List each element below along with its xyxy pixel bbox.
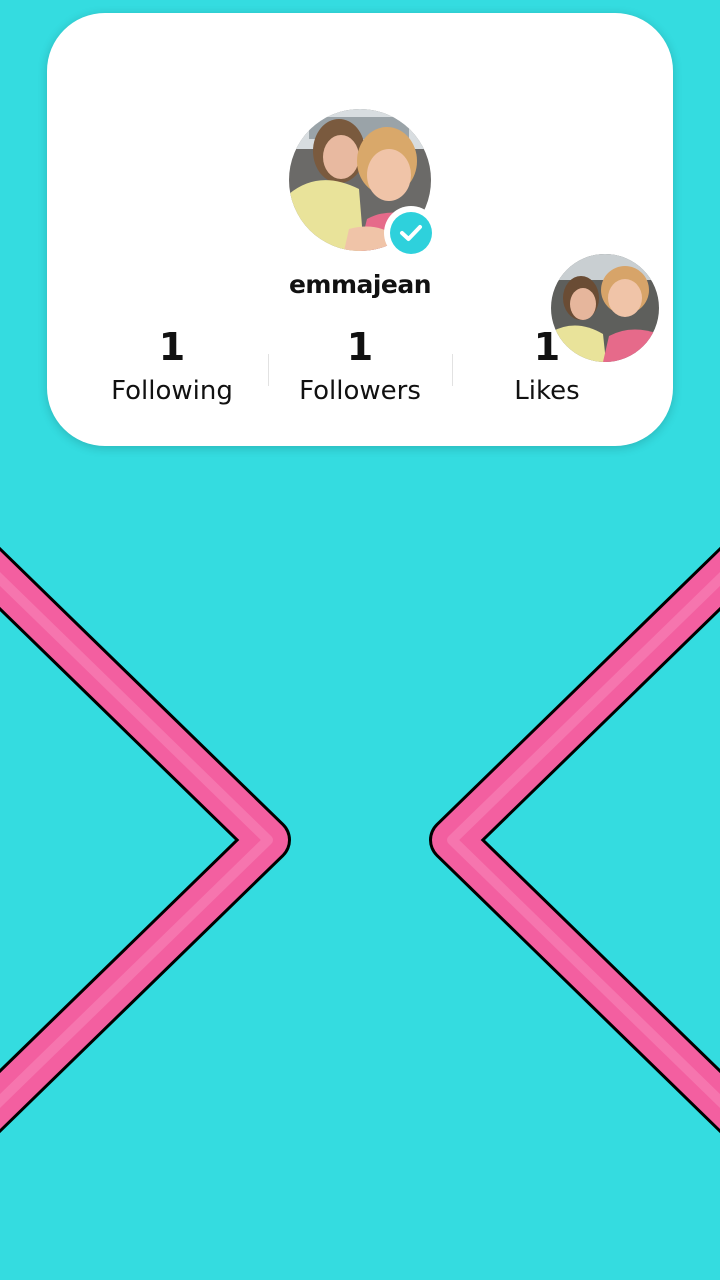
left-chevron-icon	[0, 546, 291, 1134]
chevron-decorations	[0, 546, 720, 1134]
right-chevron-icon	[429, 546, 720, 1134]
screen: emmajean 1 Following 1 Followers 1 Likes	[0, 0, 720, 1280]
